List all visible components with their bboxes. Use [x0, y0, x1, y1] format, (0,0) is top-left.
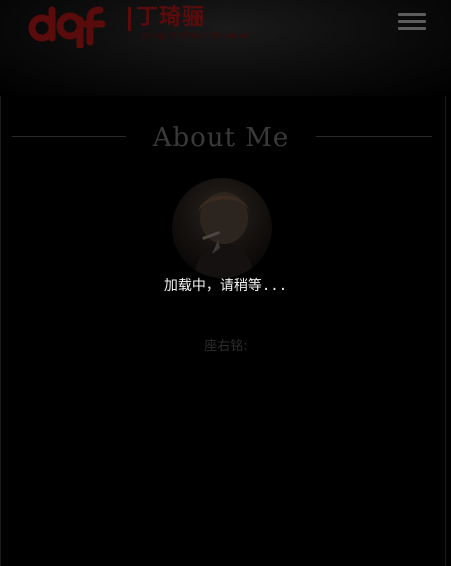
section-title: About Me	[152, 123, 290, 153]
hamburger-icon	[398, 13, 426, 16]
menu-button[interactable]	[396, 10, 428, 34]
loading-indicator: 加载中，请稍等...	[163, 278, 288, 294]
avatar-image	[194, 192, 254, 278]
logo-mark	[28, 6, 106, 48]
page-border-left	[0, 96, 1, 566]
title-divider-left	[12, 136, 126, 137]
motto-label: 座右铭:	[204, 339, 248, 354]
about-section-header: About Me	[0, 118, 451, 158]
site-header: 丁琦骊 Design Full Stack Developer	[0, 0, 451, 96]
title-divider-right	[316, 136, 432, 137]
hamburger-icon	[398, 20, 426, 23]
hamburger-icon	[398, 27, 426, 30]
logo-name: 丁琦骊	[128, 5, 226, 31]
page-border-right	[445, 96, 446, 566]
site-logo[interactable]: 丁琦骊 Design Full Stack Developer	[28, 2, 251, 48]
logo-subtitle: Design Full Stack Developer	[142, 31, 252, 40]
avatar	[172, 178, 272, 278]
